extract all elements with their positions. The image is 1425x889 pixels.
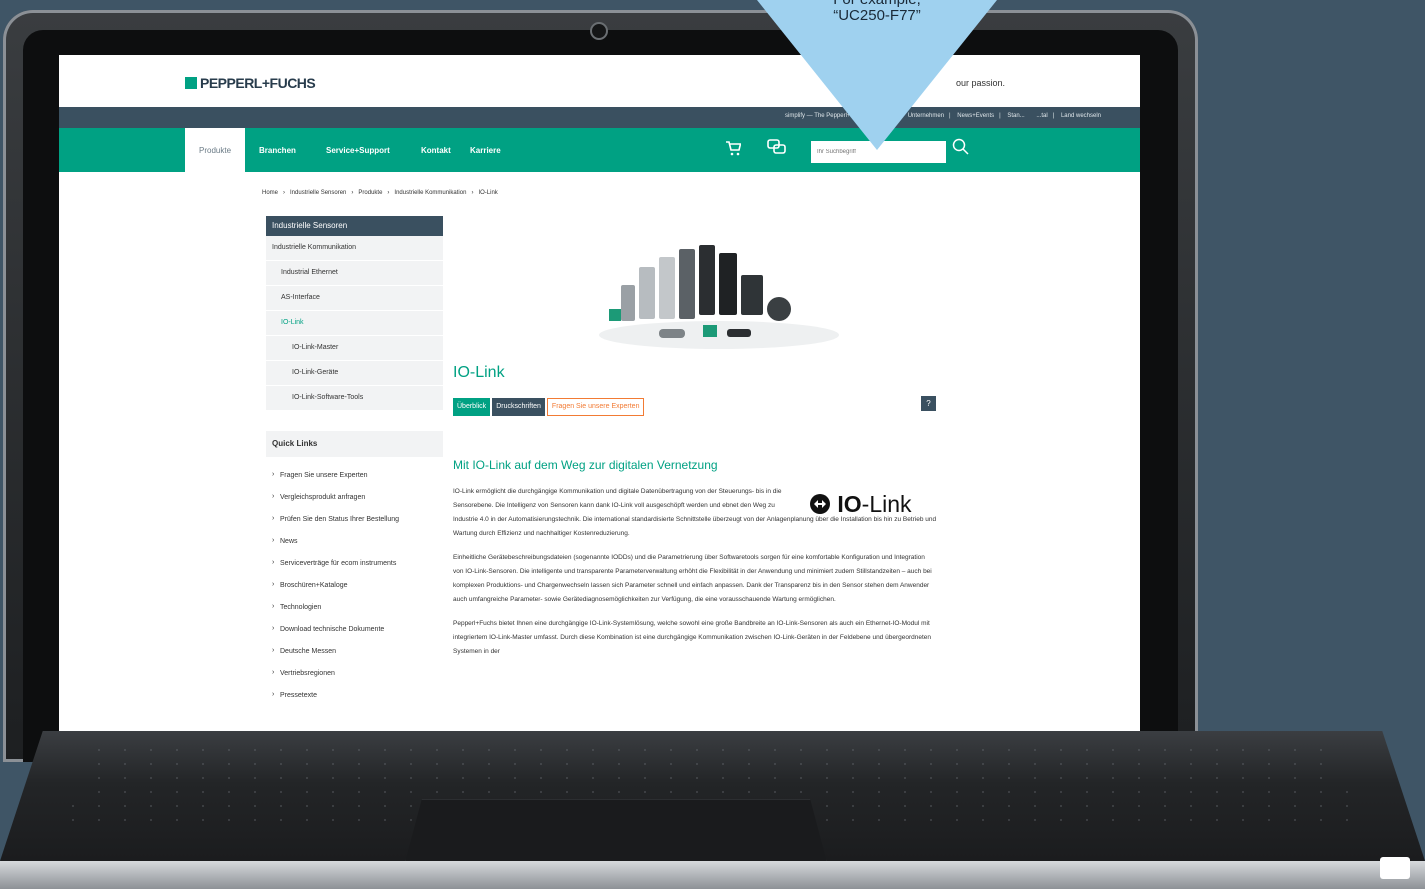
tab-ask-experts[interactable]: Fragen Sie unsere Experten bbox=[546, 398, 645, 416]
article-paragraph: Einheitliche Gerätebeschreibungsdateien … bbox=[453, 554, 932, 603]
sidebar-item-industrial-ethernet[interactable]: Industrial Ethernet bbox=[266, 261, 443, 286]
product-hero-image bbox=[599, 245, 839, 349]
category-sidebar: Industrielle Sensoren Industrielle Kommu… bbox=[266, 216, 443, 411]
quick-link-item[interactable]: Fragen Sie unsere Experten bbox=[266, 465, 443, 487]
page-title: IO-Link bbox=[453, 364, 505, 381]
utility-link-news[interactable]: News+Events bbox=[957, 113, 994, 119]
logo-mark-icon bbox=[185, 77, 197, 89]
webcam-icon bbox=[590, 22, 608, 40]
breadcrumb-separator: › bbox=[283, 190, 286, 196]
breadcrumb-separator: › bbox=[351, 190, 354, 196]
trackpad bbox=[405, 799, 827, 863]
main-navigation: Produkte Branchen Service+Support Kontak… bbox=[59, 128, 1140, 172]
brand-logo[interactable]: PEPPERL+FUCHS bbox=[185, 75, 316, 91]
tab-brochures[interactable]: Druckschriften bbox=[492, 398, 545, 416]
quick-link-item[interactable]: Deutsche Messen bbox=[266, 641, 443, 663]
utility-links: simplify — The Pepperl+Fuchs Magazine| U… bbox=[785, 113, 1101, 119]
quick-links-header: Quick Links bbox=[266, 431, 443, 457]
breadcrumb-current: IO-Link bbox=[478, 190, 498, 196]
quick-link-item[interactable]: Technologien bbox=[266, 597, 443, 619]
site-header: PEPPERL+FUCHS our passion. bbox=[59, 55, 1140, 107]
article-body: IO-Link ermöglicht die durchgängige Komm… bbox=[453, 485, 937, 669]
help-button[interactable]: ? bbox=[921, 396, 936, 411]
sidebar-item-io-link[interactable]: IO-Link bbox=[266, 311, 443, 336]
search-icon[interactable] bbox=[952, 138, 970, 162]
utility-link-country[interactable]: Land wechseln bbox=[1061, 113, 1101, 119]
breadcrumb-separator: › bbox=[471, 190, 474, 196]
nav-item-careers[interactable]: Karriere bbox=[470, 128, 501, 172]
breadcrumb: Home › Industrielle Sensoren › Produkte › Indu… bbox=[262, 190, 503, 196]
quick-links: Quick Links Fragen Sie unsere Experten V… bbox=[266, 431, 443, 707]
nav-item-contact[interactable]: Kontakt bbox=[421, 128, 451, 172]
sidebar-header[interactable]: Industrielle Sensoren bbox=[266, 216, 443, 236]
cart-icon[interactable] bbox=[725, 141, 742, 156]
usb-port-icon bbox=[1380, 857, 1410, 879]
quick-link-item[interactable]: Serviceverträge für ecom instruments bbox=[266, 553, 443, 575]
logo-text: PEPPERL+FUCHS bbox=[200, 75, 316, 91]
article-paragraph: Pepperl+Fuchs bietet Ihnen eine durchgän… bbox=[453, 620, 932, 655]
utility-link-locations[interactable]: Stan... bbox=[1007, 113, 1024, 119]
quick-link-item[interactable]: Vergleichsprodukt anfragen bbox=[266, 487, 443, 509]
nav-item-products[interactable]: Produkte bbox=[185, 128, 246, 172]
quick-link-item[interactable]: Prüfen Sie den Status Ihrer Bestellung bbox=[266, 509, 443, 531]
quick-link-item[interactable]: Download technische Dokumente bbox=[266, 619, 443, 641]
breadcrumb-industrial-communication[interactable]: Industrielle Kommunikation bbox=[394, 190, 466, 196]
sidebar-item-io-link-master[interactable]: IO-Link-Master bbox=[266, 336, 443, 361]
quick-links-list: Fragen Sie unsere Experten Vergleichspro… bbox=[266, 465, 443, 707]
sidebar-item-io-link-software-tools[interactable]: IO-Link-Software-Tools bbox=[266, 386, 443, 411]
sidebar-item-as-interface[interactable]: AS-Interface bbox=[266, 286, 443, 311]
laptop-base bbox=[0, 731, 1425, 889]
content-tabs: Überblick Druckschriften Fragen Sie unsere… bbox=[453, 395, 646, 416]
nav-item-industries[interactable]: Branchen bbox=[259, 128, 296, 172]
breadcrumb-products[interactable]: Produkte bbox=[358, 190, 382, 196]
breadcrumb-separator: › bbox=[387, 190, 390, 196]
sidebar-item-industrial-communication[interactable]: Industrielle Kommunikation bbox=[266, 236, 443, 261]
breadcrumb-industrial-sensors[interactable]: Industrielle Sensoren bbox=[290, 190, 346, 196]
callout-text: For example, “UC250-F77” bbox=[760, 0, 994, 24]
article-paragraph: Industrie 4.0 in der Automatisierungstec… bbox=[453, 516, 937, 537]
section-heading: Mit IO-Link auf dem Weg zur digitalen Ve… bbox=[453, 458, 718, 472]
quick-link-item[interactable]: News bbox=[266, 531, 443, 553]
tagline: our passion. bbox=[956, 78, 1006, 88]
tab-overview[interactable]: Überblick bbox=[453, 398, 491, 416]
chat-icon[interactable] bbox=[767, 139, 787, 162]
laptop-screen: PEPPERL+FUCHS our passion. simplify — Th… bbox=[59, 55, 1140, 731]
utility-bar: simplify — The Pepperl+Fuchs Magazine| U… bbox=[59, 107, 1140, 128]
laptop-front-edge bbox=[0, 861, 1425, 889]
utility-link-company[interactable]: Unternehmen bbox=[908, 113, 944, 119]
quick-link-item[interactable]: Broschüren+Kataloge bbox=[266, 575, 443, 597]
utility-link-portal[interactable]: ...tal bbox=[1036, 113, 1047, 119]
callout-line-2: “UC250-F77” bbox=[833, 7, 921, 24]
nav-item-service-support[interactable]: Service+Support bbox=[326, 128, 390, 172]
article-paragraph: IO-Link ermöglicht die durchgängige Komm… bbox=[453, 488, 782, 509]
breadcrumb-home[interactable]: Home bbox=[262, 190, 278, 196]
quick-link-item[interactable]: Vertriebsregionen bbox=[266, 663, 443, 685]
sidebar-item-io-link-devices[interactable]: IO-Link-Geräte bbox=[266, 361, 443, 386]
quick-link-item[interactable]: Pressetexte bbox=[266, 685, 443, 707]
